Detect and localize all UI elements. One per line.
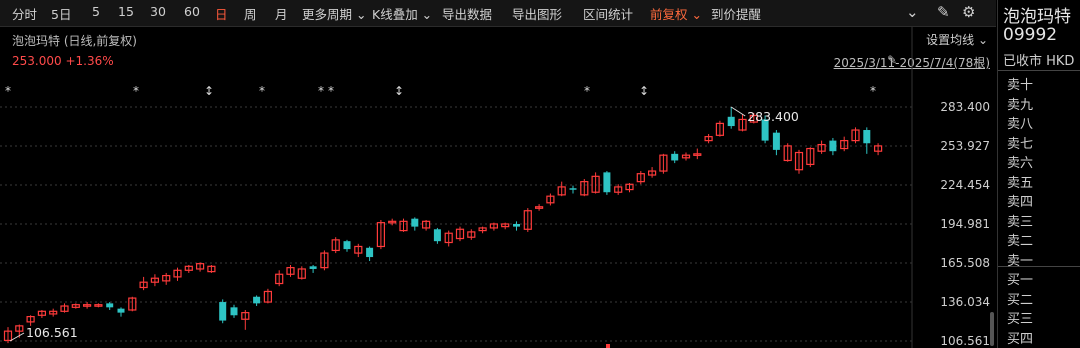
candle-body [863, 130, 871, 144]
y-tick-label: 106.561 [940, 334, 990, 348]
candle-body [603, 172, 611, 193]
chevron-circle-icon[interactable]: ⌄ [906, 3, 919, 21]
candle-body [433, 229, 441, 242]
event-marker: ↕ [394, 84, 404, 98]
candle-body [829, 140, 837, 152]
order-book-row: 买二 [1007, 292, 1034, 308]
y-tick-label: 136.034 [940, 295, 990, 309]
order-book-row: 卖一 [1007, 253, 1034, 269]
kline-chart[interactable]: 283.400 253.927 224.454 194.981 165.508 136.0… [0, 27, 996, 348]
stock-name: 泡泡玛特 [1003, 7, 1071, 27]
toolbar-item-13[interactable]: 区间统计 [583, 4, 633, 23]
candle-body [230, 307, 238, 316]
brush-icon[interactable]: ✎ [937, 3, 950, 21]
toolbar-item-11[interactable]: 导出数据 [442, 4, 492, 23]
y-tick-label: 224.454 [940, 178, 990, 192]
order-book-row: 卖五 [1007, 175, 1034, 191]
y-tick-label: 283.400 [940, 100, 990, 114]
event-marker: * [318, 84, 324, 98]
stock-code: 09992 [1003, 25, 1058, 45]
low-price-label: 106.561 [26, 325, 78, 340]
order-book-panel: 泡泡玛特 09992 已收市 HKD 卖十卖九卖八卖七卖六卖五卖四卖三卖二卖一买… [997, 0, 1080, 348]
candle-body [671, 153, 679, 161]
toolbar-item-5[interactable]: 60 [184, 4, 200, 19]
bottom-marker [606, 344, 610, 348]
event-marker: ↕ [639, 84, 649, 98]
order-book-row: 卖九 [1007, 97, 1034, 113]
candle-body [772, 132, 780, 150]
market-status: 已收市 HKD [1003, 54, 1075, 69]
candle-body [366, 247, 374, 258]
candle-body [513, 223, 520, 227]
toolbar-item-8[interactable]: 月 [275, 4, 288, 23]
order-book-row: 卖八 [1007, 117, 1034, 132]
divider [998, 70, 1080, 71]
order-book-row: 卖二 [1007, 234, 1034, 249]
vertical-scrollbar[interactable] [990, 312, 994, 346]
toolbar-item-2[interactable]: 5 [92, 4, 100, 19]
toolbar-item-0[interactable]: 分时 [12, 4, 37, 23]
toolbar-item-7[interactable]: 周 [244, 4, 257, 23]
candle-body [106, 303, 114, 308]
toolbar-item-9[interactable]: 更多周期 ⌄ [302, 4, 366, 23]
high-price-label: 283.400 [747, 109, 799, 124]
toolbar-item-3[interactable]: 15 [118, 4, 134, 19]
candle-body [253, 296, 261, 304]
y-tick-label: 253.927 [940, 139, 990, 153]
toolbar-item-1[interactable]: 5日 [51, 4, 71, 23]
event-marker: * [259, 84, 265, 98]
event-marker: ↕ [204, 84, 214, 98]
order-book-row: 卖七 [1007, 136, 1034, 152]
high-pointer [730, 106, 746, 117]
candle-body [117, 308, 125, 313]
event-marker: * [870, 84, 876, 98]
y-tick-label: 194.981 [940, 217, 990, 231]
toolbar-item-4[interactable]: 30 [150, 4, 166, 19]
settings-icon[interactable]: ⚙ [962, 3, 975, 21]
low-pointer [9, 332, 25, 342]
event-marker: * [5, 84, 11, 98]
toolbar-item-14[interactable]: 前复权 ⌄ [650, 4, 702, 23]
candle-body [411, 218, 419, 227]
order-book-row: 买一 [1007, 273, 1034, 288]
order-book-row: 卖三 [1007, 214, 1034, 230]
order-book-row: 卖六 [1007, 156, 1034, 171]
event-marker: * [584, 84, 590, 98]
order-book-row: 卖十 [1007, 78, 1034, 93]
order-book-row: 买四 [1007, 331, 1034, 347]
candle-body [309, 266, 317, 269]
order-book-row: 买三 [1007, 312, 1034, 327]
toolbar-item-15[interactable]: 到价提醒 [711, 4, 761, 23]
period-toolbar: 分时 5日 5 15 30 60 日周月更多周期 ⌄ K线叠加 ⌄ 导出数据 导出图形 区间统计 前复… [0, 0, 996, 27]
candle-body [219, 302, 227, 321]
event-marker: * [133, 84, 139, 98]
y-tick-label: 165.508 [940, 256, 990, 270]
order-book-row: 卖四 [1007, 195, 1034, 210]
toolbar-item-12[interactable]: 导出图形 [512, 4, 562, 23]
candle-body [727, 116, 735, 127]
event-marker: * [328, 84, 334, 98]
candle-body [343, 241, 351, 250]
toolbar-item-10[interactable]: K线叠加 ⌄ [372, 4, 432, 23]
toolbar-item-6[interactable]: 日 [215, 4, 228, 23]
candle-body [569, 188, 577, 190]
